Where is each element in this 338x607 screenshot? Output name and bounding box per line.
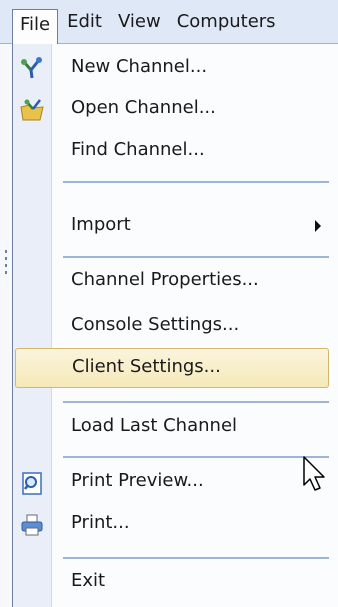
- file-menu-dropdown: New Channel... Open Channel... Find Chan…: [12, 44, 338, 607]
- menu-item-label: Exit: [71, 570, 106, 591]
- menu-view[interactable]: View: [111, 7, 168, 37]
- menu-item-open-channel[interactable]: Open Channel...: [13, 89, 333, 129]
- menu-item-label: Client Settings...: [72, 356, 221, 377]
- menu-item-new-channel[interactable]: New Channel...: [13, 48, 333, 88]
- menu-separator: [63, 456, 329, 458]
- menu-item-label: Channel Properties...: [71, 269, 259, 290]
- resize-grip-dot: [5, 264, 7, 267]
- menu-separator: [63, 256, 329, 258]
- menu-item-label: Print Preview...: [71, 470, 204, 491]
- menu-item-print-preview[interactable]: Print Preview...: [13, 462, 333, 502]
- menu-computers[interactable]: Computers: [170, 7, 283, 37]
- menu-item-print[interactable]: Print...: [13, 504, 333, 544]
- menu-bar: File Edit View Computers: [0, 0, 338, 44]
- resize-grip-dot: [5, 271, 7, 274]
- menu-item-label: Print...: [71, 512, 130, 533]
- menu-item-load-last-channel[interactable]: Load Last Channel: [13, 407, 333, 447]
- menu-item-label: Console Settings...: [71, 314, 240, 335]
- menu-item-console-settings[interactable]: Console Settings...: [13, 306, 333, 346]
- menu-item-client-settings[interactable]: Client Settings...: [15, 348, 329, 388]
- print-preview-icon: [19, 470, 45, 496]
- menu-item-label: Open Channel...: [71, 97, 216, 118]
- submenu-arrow-icon: [315, 220, 321, 232]
- resize-grip-dot: [5, 250, 7, 253]
- menu-separator: [63, 557, 329, 559]
- print-icon: [19, 512, 45, 538]
- application-window: File Edit View Computers New Channel...: [0, 0, 338, 607]
- menu-item-channel-properties[interactable]: Channel Properties...: [13, 261, 333, 301]
- open-channel-icon: [19, 97, 45, 123]
- new-channel-icon: [19, 56, 45, 82]
- menu-item-import[interactable]: Import: [13, 206, 333, 246]
- menu-item-label: Load Last Channel: [71, 415, 238, 436]
- menu-separator: [63, 401, 329, 403]
- menu-item-label: Find Channel...: [71, 139, 205, 160]
- menu-item-label: New Channel...: [71, 56, 208, 77]
- menu-item-label: Import: [71, 214, 131, 235]
- mouse-pointer-icon: [303, 456, 325, 491]
- menu-edit[interactable]: Edit: [60, 7, 109, 37]
- menu-separator: [63, 181, 329, 183]
- menu-item-find-channel[interactable]: Find Channel...: [13, 131, 333, 171]
- resize-grip-dot: [5, 257, 7, 260]
- menu-item-exit[interactable]: Exit: [13, 562, 333, 602]
- menu-file[interactable]: File: [12, 9, 59, 44]
